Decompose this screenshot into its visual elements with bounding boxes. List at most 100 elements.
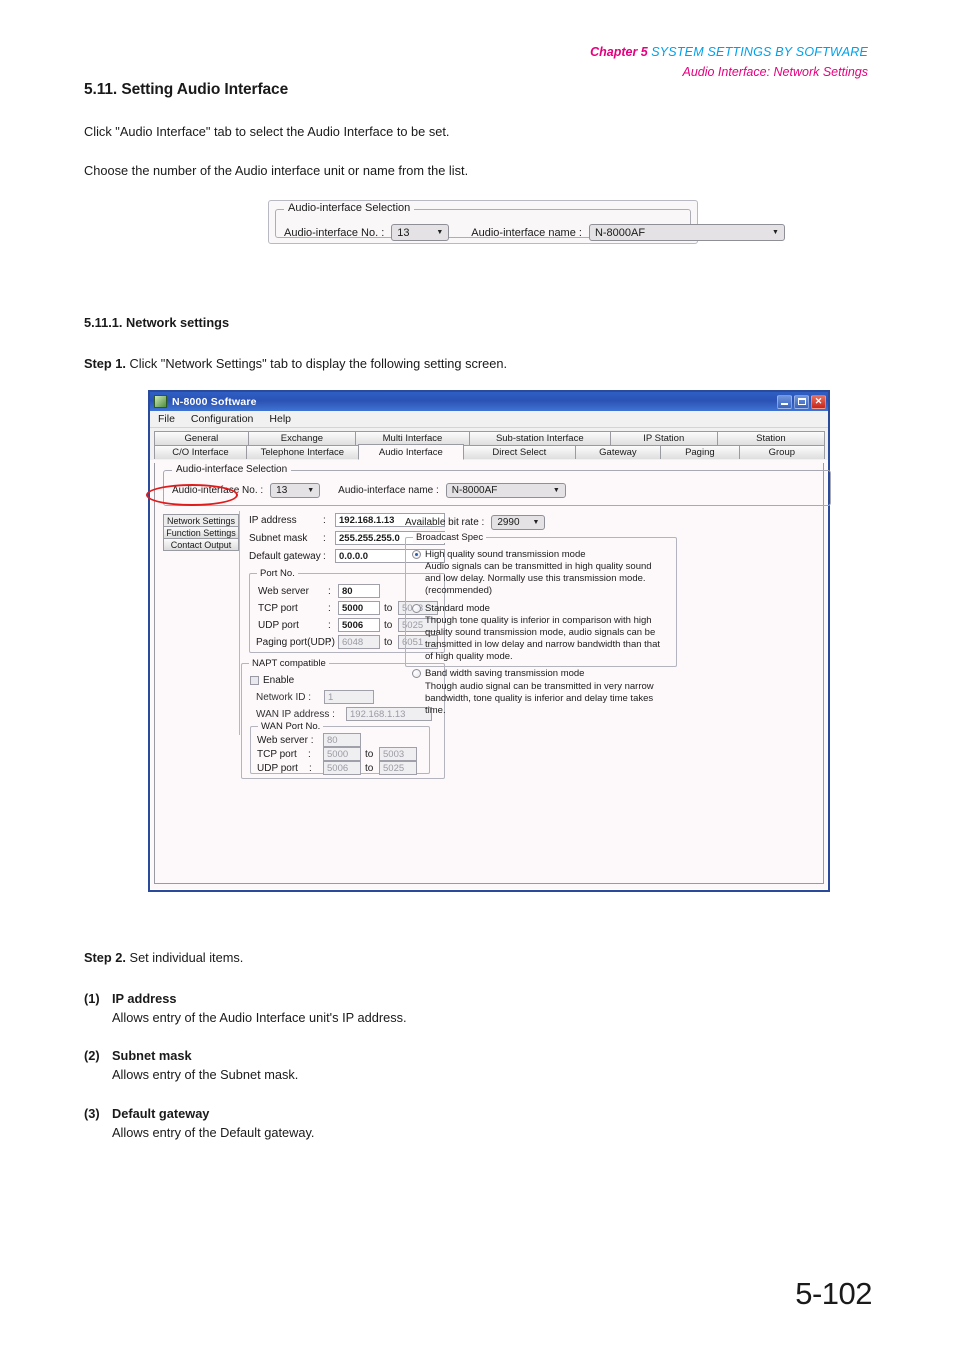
tabbar: General Exchange Multi Interface Sub-sta… bbox=[150, 428, 828, 460]
port-tcp-from-input[interactable]: 5000 bbox=[338, 601, 380, 615]
port-web-server-colon: : bbox=[328, 586, 331, 597]
header-chapter: Chapter 5 bbox=[590, 45, 648, 59]
napt-network-id-input: 1 bbox=[324, 690, 374, 704]
item-description: Allows entry of the Audio Interface unit… bbox=[112, 1010, 407, 1026]
tab-direct-select[interactable]: Direct Select bbox=[462, 445, 576, 459]
port-tcp-to-label: to bbox=[384, 603, 393, 614]
tab-co-interface[interactable]: C/O Interface bbox=[154, 445, 247, 459]
subnet-mask-label: Subnet mask bbox=[249, 533, 308, 544]
close-button[interactable]: ✕ bbox=[811, 394, 826, 409]
app-selection-legend: Audio-interface Selection bbox=[172, 464, 292, 475]
intro-paragraph-1: Click "Audio Interface" tab to select th… bbox=[84, 124, 450, 139]
radio-icon[interactable] bbox=[412, 550, 421, 559]
sidebar-item-function-settings[interactable]: Function Settings bbox=[163, 526, 239, 539]
wan-udp-to-input: 5025 bbox=[379, 761, 417, 775]
wan-tcp-to-label: to bbox=[365, 749, 374, 760]
napt-enable-row[interactable]: Enable bbox=[250, 675, 294, 686]
radio-option-standard-desc: Though tone quality is inferior in compa… bbox=[425, 614, 660, 663]
tab-exchange[interactable]: Exchange bbox=[247, 431, 357, 445]
port-web-server-input[interactable]: 80 bbox=[338, 584, 380, 598]
app-audio-interface-no-value: 13 bbox=[276, 485, 288, 496]
audio-interface-no-dropdown[interactable]: 13 ▼ bbox=[391, 224, 450, 241]
port-web-server-label: Web server bbox=[258, 586, 309, 597]
napt-wan-ip-label: WAN IP address : bbox=[256, 709, 335, 720]
port-tcp-colon: : bbox=[328, 603, 331, 614]
wan-port-no-legend: WAN Port No. bbox=[258, 721, 324, 732]
app-audio-interface-no-dropdown[interactable]: 13 ▼ bbox=[270, 483, 321, 498]
radio-option-band-width-saving-desc: Though audio signal can be transmitted i… bbox=[425, 680, 654, 716]
radio-option-standard[interactable]: Standard mode Though tone quality is inf… bbox=[412, 603, 670, 664]
maximize-button[interactable] bbox=[794, 394, 809, 409]
minimize-button[interactable] bbox=[777, 394, 792, 409]
radio-option-high-quality-desc: Audio signals can be transmitted in high… bbox=[425, 561, 652, 597]
step-1-label: Step 1. bbox=[84, 356, 126, 371]
sidebar-item-network-settings[interactable]: Network Settings bbox=[163, 514, 239, 527]
step-2-text: Set individual items. bbox=[129, 950, 244, 965]
step-2-label: Step 2. bbox=[84, 950, 126, 965]
tab-paging[interactable]: Paging bbox=[660, 445, 740, 459]
app-audio-interface-name-dropdown[interactable]: N-8000AF ▼ bbox=[445, 483, 566, 498]
window-title: N-8000 Software bbox=[172, 395, 257, 408]
running-header: Chapter 5 SYSTEM SETTINGS BY SOFTWARE Au… bbox=[590, 44, 868, 81]
radio-icon[interactable] bbox=[412, 669, 421, 679]
ip-address-label: IP address bbox=[249, 515, 297, 526]
wan-web-server-input: 80 bbox=[323, 733, 361, 747]
audio-interface-name-dropdown[interactable]: N-8000AF ▼ bbox=[588, 224, 785, 241]
tab-sub-station-interface[interactable]: Sub-station Interface bbox=[468, 431, 611, 445]
tab-station[interactable]: Station bbox=[716, 431, 826, 445]
sidebar-item-contact-output[interactable]: Contact Output bbox=[163, 538, 239, 551]
radio-icon[interactable] bbox=[412, 603, 421, 613]
app-audio-interface-name-value: N-8000AF bbox=[451, 485, 498, 496]
side-tab-list: Network Settings Function Settings Conta… bbox=[163, 514, 239, 551]
radio-option-band-width-saving-title: Band width saving transmission mode bbox=[425, 668, 585, 680]
maximize-icon bbox=[797, 398, 806, 405]
port-tcp-label: TCP port bbox=[258, 603, 298, 614]
tabbar-row-2: C/O Interface Telephone Interface Audio … bbox=[154, 444, 825, 460]
wan-udp-from-input: 5006 bbox=[323, 761, 361, 775]
app-audio-interface-selection-group: Audio-interface Selection Audio-interfac… bbox=[163, 464, 831, 506]
audio-interface-selection-legend: Audio-interface Selection bbox=[284, 202, 415, 214]
item-number: (3) bbox=[84, 1106, 100, 1121]
tab-general[interactable]: General bbox=[154, 431, 249, 445]
chevron-down-icon: ▼ bbox=[436, 229, 444, 236]
item-description: Allows entry of the Default gateway. bbox=[112, 1125, 315, 1141]
available-bit-rate-dropdown[interactable]: 2990 ▼ bbox=[491, 515, 546, 530]
app-selection-row: Audio-interface No. : 13 ▼ Audio-interfa… bbox=[172, 483, 566, 498]
item-name: Subnet mask bbox=[112, 1048, 192, 1063]
port-udp-from-input[interactable]: 5006 bbox=[338, 618, 380, 632]
chevron-down-icon: ▼ bbox=[307, 487, 315, 494]
wan-tcp-from-input: 5000 bbox=[323, 747, 361, 761]
menu-item-file[interactable]: File bbox=[158, 413, 175, 425]
radio-option-band-width-saving[interactable]: Band width saving transmission mode Thou… bbox=[412, 668, 670, 717]
subnet-mask-colon: : bbox=[323, 533, 326, 544]
step-1-text: Click "Network Settings" tab to display … bbox=[129, 356, 508, 371]
app-icon bbox=[154, 395, 167, 408]
tab-gateway[interactable]: Gateway bbox=[574, 445, 662, 459]
tab-telephone-interface[interactable]: Telephone Interface bbox=[245, 445, 359, 459]
page-title: 5.11. Setting Audio Interface bbox=[84, 81, 289, 98]
radio-option-standard-title: Standard mode bbox=[425, 602, 490, 614]
header-subtitle: Audio Interface: Network Settings bbox=[682, 64, 868, 79]
checkbox-icon[interactable] bbox=[250, 676, 259, 685]
menu-item-help[interactable]: Help bbox=[269, 413, 291, 425]
broadcast-spec-legend: Broadcast Spec bbox=[413, 532, 487, 543]
tabbar-row-1: General Exchange Multi Interface Sub-sta… bbox=[154, 431, 826, 445]
application-window-screenshot: N-8000 Software ✕ File Configuration Hel… bbox=[148, 390, 831, 892]
broadcast-spec-options: High quality sound transmission mode Aud… bbox=[412, 549, 670, 722]
window-controls: ✕ bbox=[777, 394, 826, 409]
wan-port-no-group: WAN Port No. Web server : 80 TCP port : … bbox=[250, 721, 430, 775]
audio-interface-name-label: Audio-interface name : bbox=[471, 226, 582, 239]
tab-multi-interface[interactable]: Multi Interface bbox=[355, 431, 470, 445]
audio-interface-no-label: Audio-interface No. : bbox=[284, 226, 385, 239]
tab-audio-interface[interactable]: Audio Interface bbox=[357, 444, 464, 460]
chevron-down-icon: ▼ bbox=[532, 519, 540, 526]
napt-enable-label: Enable bbox=[263, 675, 295, 686]
tab-group[interactable]: Group bbox=[738, 445, 825, 459]
subsection-title: 5.11.1. Network settings bbox=[84, 315, 230, 330]
port-paging-to-label: to bbox=[384, 637, 393, 648]
tab-ip-station[interactable]: IP Station bbox=[609, 431, 718, 445]
port-no-legend: Port No. bbox=[257, 568, 298, 579]
port-udp-to-label: to bbox=[384, 620, 393, 631]
radio-option-high-quality[interactable]: High quality sound transmission mode Aud… bbox=[412, 549, 670, 598]
menu-item-configuration[interactable]: Configuration bbox=[191, 413, 253, 425]
